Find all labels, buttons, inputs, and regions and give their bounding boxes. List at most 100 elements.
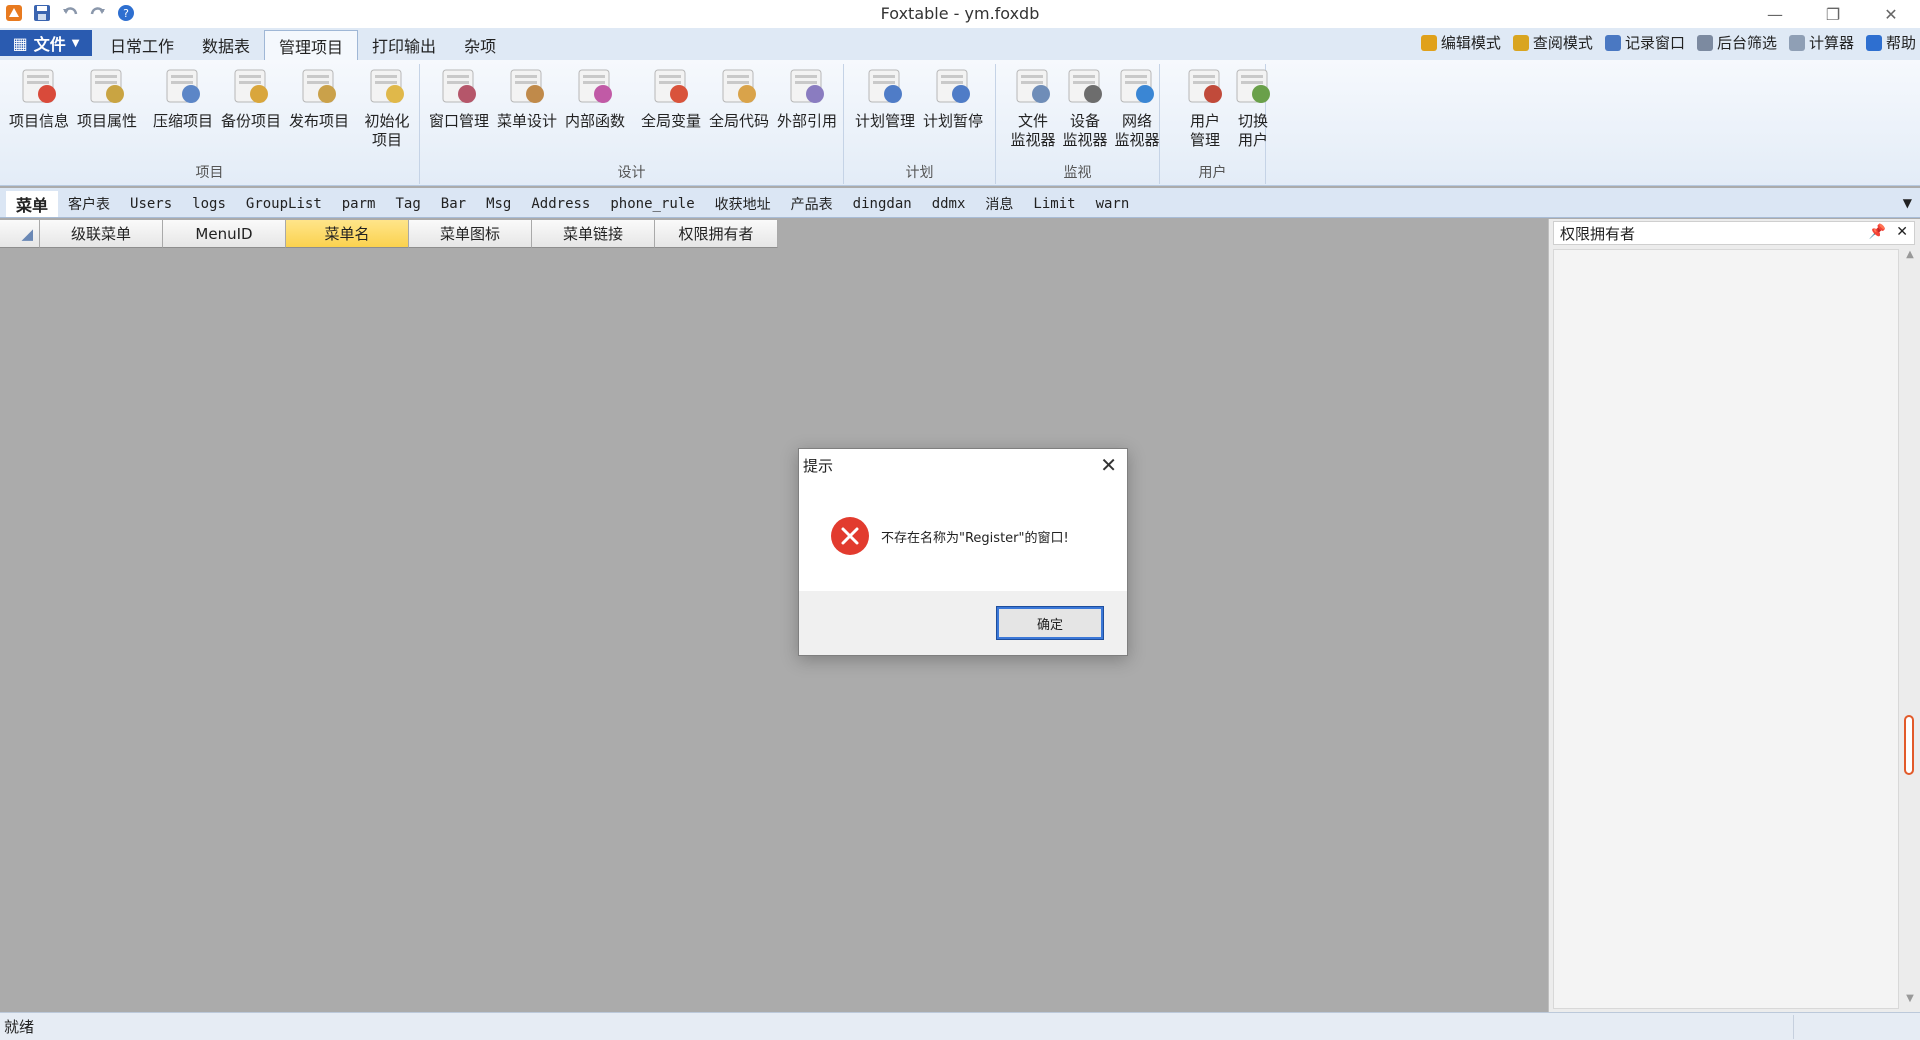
ribbon-tab[interactable]: 打印输出: [358, 30, 450, 60]
ribbon-button-icon: [575, 66, 615, 106]
ribbon-button[interactable]: 全局代码: [706, 66, 772, 131]
table-tab[interactable]: Tag: [385, 191, 430, 217]
toolbar-item[interactable]: 后台筛选: [1696, 32, 1777, 53]
ribbon-button[interactable]: 内部函数: [562, 66, 628, 131]
file-menu-button[interactable]: ▦ 文件 ▼: [0, 30, 92, 56]
column-header[interactable]: 菜单图标: [409, 220, 532, 248]
right-toolbar: 编辑模式 查阅模式 记录窗口 后台筛选 计算器 帮助: [1420, 32, 1916, 53]
toolbar-item[interactable]: 编辑模式: [1420, 32, 1501, 53]
side-panel-title: 权限拥有者: [1560, 224, 1636, 243]
table-tab[interactable]: 客户表: [58, 191, 120, 217]
column-header[interactable]: 级联菜单: [40, 220, 163, 248]
table-tab[interactable]: Bar: [431, 191, 476, 217]
ribbon-button-icon: [787, 66, 827, 106]
table-tab[interactable]: parm: [332, 191, 386, 217]
table-tab[interactable]: Msg: [476, 191, 521, 217]
ribbon-group-label: 监视: [1063, 165, 1092, 181]
ribbon-group-label: 设计: [617, 165, 646, 181]
ribbon-button[interactable]: 切换 用户: [1220, 66, 1286, 150]
redo-icon[interactable]: [88, 3, 108, 23]
table-tab[interactable]: Limit: [1023, 191, 1085, 217]
table-tab[interactable]: 消息: [975, 191, 1023, 217]
ribbon-button[interactable]: 菜单设计: [494, 66, 560, 131]
toolbar-item-icon: [1788, 34, 1805, 51]
table-tabs: 菜单 客户表 Users logs GroupList parm Tag Bar Msg Addr…: [6, 191, 1139, 217]
table-tab[interactable]: GroupList: [236, 191, 332, 217]
select-all-corner[interactable]: ◢: [0, 220, 40, 248]
dialog-close-button[interactable]: ✕: [1100, 453, 1117, 477]
vertical-scrollbar[interactable]: ▲ ▼: [1902, 249, 1918, 1009]
ribbon-button-label: 用户: [1237, 131, 1268, 149]
side-panel-body[interactable]: [1553, 249, 1899, 1009]
column-header[interactable]: 菜单链接: [532, 220, 655, 248]
ribbon-button-label: 发布项目: [288, 112, 349, 130]
ribbon-button[interactable]: 窗口管理: [426, 66, 492, 131]
ribbon-button[interactable]: 项目属性: [74, 66, 140, 131]
minimize-button[interactable]: —: [1746, 0, 1804, 28]
table-tab-bar: 菜单 客户表 Users logs GroupList parm Tag Bar Msg Addr…: [0, 188, 1920, 218]
table-tab[interactable]: warn: [1086, 191, 1140, 217]
ribbon-button-label: 菜单设计: [496, 112, 557, 130]
ribbon-button-icon: [19, 66, 59, 106]
quick-access-toolbar: ?: [4, 3, 136, 23]
scroll-down-icon[interactable]: ▼: [1902, 993, 1918, 1009]
scroll-thumb[interactable]: [1904, 715, 1914, 775]
dialog-title: 提示: [803, 457, 834, 475]
chevron-down-icon[interactable]: ▼: [1903, 196, 1912, 210]
toolbar-item-label: 编辑模式: [1440, 34, 1501, 52]
window-controls: — ❐ ✕: [1746, 0, 1920, 28]
ribbon-button[interactable]: 项目信息: [6, 66, 72, 131]
ribbon-button[interactable]: 备份项目: [218, 66, 284, 131]
table-tab[interactable]: phone_rule: [600, 191, 704, 217]
ribbon-tab[interactable]: 数据表: [188, 30, 264, 60]
undo-icon[interactable]: [60, 3, 80, 23]
toolbar-item[interactable]: 帮助: [1865, 32, 1916, 53]
ribbon-group-label: 用户: [1198, 165, 1227, 181]
pin-icon[interactable]: 📌: [1869, 224, 1886, 240]
ribbon-button[interactable]: 网络 监视器: [1104, 66, 1170, 150]
table-tab[interactable]: ddmx: [922, 191, 976, 217]
ribbon-tab[interactable]: 杂项: [450, 30, 510, 60]
status-separator: [1793, 1015, 1794, 1039]
ribbon-button[interactable]: 全局变量: [638, 66, 704, 131]
ribbon-tab[interactable]: 管理项目: [264, 30, 359, 60]
table-tab[interactable]: 产品表: [781, 191, 843, 217]
ribbon-button-icon: [1233, 66, 1273, 106]
table-tab[interactable]: Address: [521, 191, 600, 217]
column-header[interactable]: MenuID: [163, 220, 286, 248]
ribbon-button-label: 内部函数: [564, 112, 625, 130]
close-window-button[interactable]: ✕: [1862, 0, 1920, 28]
help-circle-icon[interactable]: ?: [116, 3, 136, 23]
ribbon-button-label: 窗口管理: [428, 112, 489, 130]
column-header[interactable]: 权限拥有者: [655, 220, 778, 248]
ribbon-button[interactable]: 压缩项目: [150, 66, 216, 131]
scroll-up-icon[interactable]: ▲: [1902, 249, 1918, 265]
toolbar-item[interactable]: 记录窗口: [1604, 32, 1685, 53]
table-tab[interactable]: dingdan: [843, 191, 922, 217]
toolbar-item[interactable]: 查阅模式: [1512, 32, 1593, 53]
ribbon-tabs: 日常工作 数据表 管理项目 打印输出 杂项: [96, 30, 510, 60]
ribbon-button-icon: [1013, 66, 1053, 106]
app-logo-icon[interactable]: [4, 3, 24, 23]
ribbon-button[interactable]: 发布项目: [286, 66, 352, 131]
ribbon-button[interactable]: 初始化 项目: [354, 66, 420, 150]
ribbon-button[interactable]: 计划暂停: [920, 66, 986, 131]
ribbon-group-label: 项目: [195, 165, 224, 181]
ribbon-button[interactable]: 外部引用: [774, 66, 840, 131]
ok-button[interactable]: 确定: [996, 606, 1104, 640]
close-icon[interactable]: ✕: [1896, 224, 1908, 240]
ribbon-tab[interactable]: 日常工作: [96, 30, 188, 60]
ribbon-button-label: 全局代码: [708, 112, 769, 130]
save-icon[interactable]: [32, 3, 52, 23]
table-tab[interactable]: logs: [182, 191, 236, 217]
grid-area[interactable]: ◢ 级联菜单 MenuID 菜单名 菜单图标 菜单链接 权限拥有者: [0, 219, 1545, 1012]
table-tab[interactable]: 菜单: [6, 191, 59, 217]
table-tab[interactable]: Users: [120, 191, 182, 217]
table-tab[interactable]: 收获地址: [705, 191, 781, 217]
column-header[interactable]: 菜单名: [286, 220, 409, 248]
error-icon: [831, 517, 869, 555]
ribbon-button[interactable]: 计划管理: [852, 66, 918, 131]
restore-button[interactable]: ❐: [1804, 0, 1862, 28]
toolbar-item[interactable]: 计算器: [1788, 32, 1854, 53]
file-menu-label: 文件: [33, 35, 66, 54]
